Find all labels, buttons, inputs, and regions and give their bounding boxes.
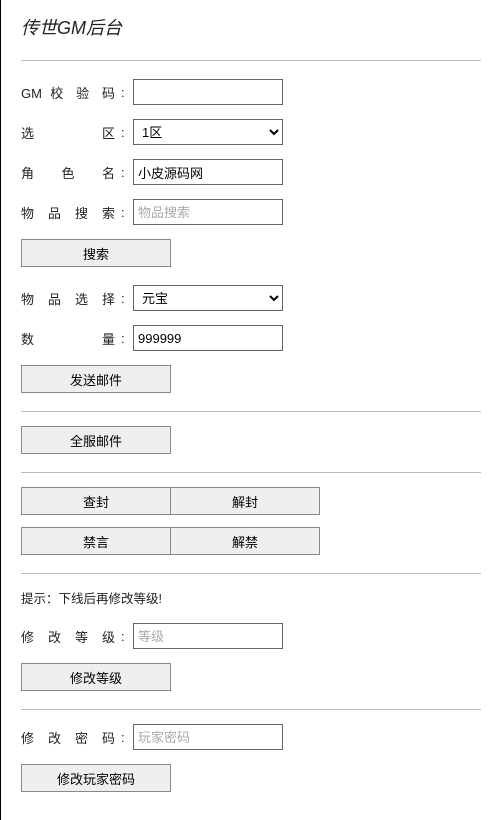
item-select[interactable]: 元宝	[133, 285, 283, 311]
block-button[interactable]: 查封	[21, 487, 171, 515]
colon: :	[121, 730, 129, 745]
gm-code-label: GM 校 验 码	[21, 83, 121, 102]
divider	[21, 60, 481, 61]
colon: :	[121, 629, 129, 644]
colon: :	[121, 331, 129, 346]
level-input[interactable]	[133, 623, 283, 649]
divider	[21, 709, 481, 710]
password-input[interactable]	[133, 724, 283, 750]
server-mail-button[interactable]: 全服邮件	[21, 426, 171, 454]
password-label: 修 改 密 码	[21, 728, 121, 747]
search-button[interactable]: 搜索	[21, 239, 171, 267]
colon: :	[121, 125, 129, 140]
role-name-label: 角 色 名	[21, 163, 121, 182]
modify-password-button[interactable]: 修改玩家密码	[21, 764, 171, 792]
divider	[21, 411, 481, 412]
item-search-input[interactable]	[133, 199, 283, 225]
colon: :	[121, 165, 129, 180]
item-search-label: 物 品 搜 索	[21, 203, 121, 222]
level-label: 修 改 等 级	[21, 627, 121, 646]
unmute-button[interactable]: 解禁	[170, 527, 320, 555]
divider	[21, 573, 481, 574]
quantity-label: 数 量	[21, 329, 121, 348]
level-hint: 提示：下线后再修改等级!	[21, 588, 481, 607]
zone-select[interactable]: 1区	[133, 119, 283, 145]
colon: :	[121, 85, 129, 100]
gm-code-input[interactable]	[133, 79, 283, 105]
item-select-label: 物 品 选 择	[21, 289, 121, 308]
role-name-input[interactable]	[133, 159, 283, 185]
unblock-button[interactable]: 解封	[170, 487, 320, 515]
colon: :	[121, 291, 129, 306]
quantity-input[interactable]	[133, 325, 283, 351]
zone-label: 选 区	[21, 123, 121, 142]
send-mail-button[interactable]: 发送邮件	[21, 365, 171, 393]
modify-level-button[interactable]: 修改等级	[21, 663, 171, 691]
mute-button[interactable]: 禁言	[21, 527, 171, 555]
page-title: 传世GM后台	[21, 14, 481, 40]
divider	[21, 472, 481, 473]
colon: :	[121, 205, 129, 220]
